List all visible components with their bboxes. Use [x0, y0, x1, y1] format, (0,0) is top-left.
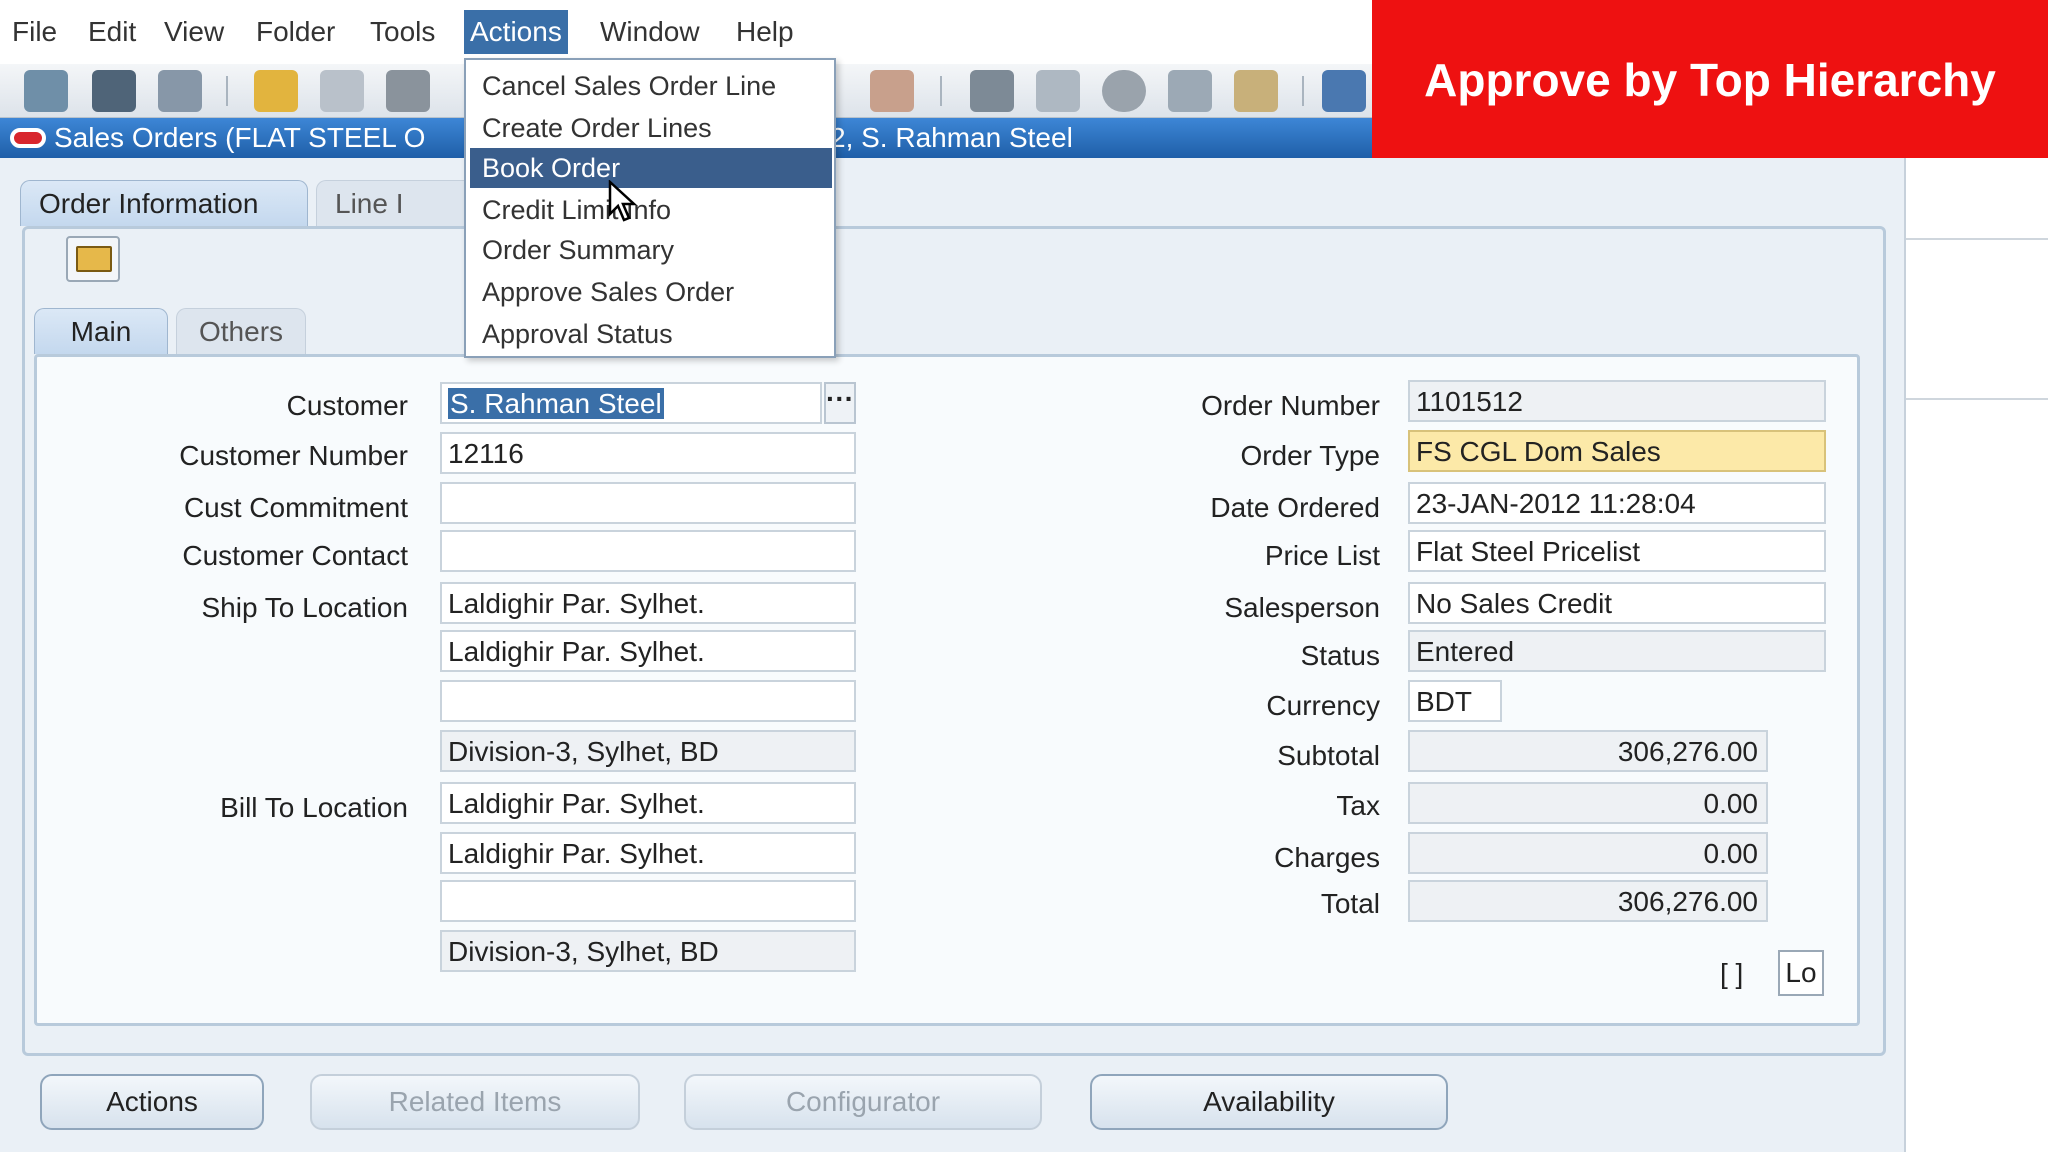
- customer-value: S. Rahman Steel: [448, 388, 664, 419]
- mouse-cursor-icon: [608, 180, 638, 222]
- charges-field[interactable]: 0.00: [1408, 832, 1768, 874]
- bill-to-line-1[interactable]: Laldighir Par. Sylhet.: [440, 782, 856, 824]
- actions-button[interactable]: Actions: [40, 1074, 264, 1130]
- find-icon[interactable]: [92, 70, 136, 112]
- total-label: Total: [1320, 888, 1380, 919]
- actions-dropdown-menu: Cancel Sales Order Line Create Order Lin…: [464, 58, 836, 358]
- attachments-icon[interactable]: [1168, 70, 1212, 112]
- customer-contact-label: Customer Contact: [182, 540, 408, 571]
- price-list-field[interactable]: Flat Steel Pricelist: [1408, 530, 1826, 572]
- order-type-field[interactable]: FS CGL Dom Sales: [1408, 430, 1826, 472]
- order-number-field[interactable]: 1101512: [1408, 380, 1826, 422]
- bill-to-line-2[interactable]: Laldighir Par. Sylhet.: [440, 832, 856, 874]
- ship-to-line-3[interactable]: [440, 680, 856, 722]
- edit-field-icon[interactable]: [970, 70, 1014, 112]
- tax-field[interactable]: 0.00: [1408, 782, 1768, 824]
- menu-folder[interactable]: Folder: [250, 10, 341, 54]
- close-form-icon[interactable]: [386, 70, 430, 112]
- menu-bar: File Edit View Folder Tools Actions Wind…: [0, 0, 1372, 64]
- ship-to-line-2[interactable]: Laldighir Par. Sylhet.: [440, 630, 856, 672]
- total-field[interactable]: 306,276.00: [1408, 880, 1768, 922]
- charges-label: Charges: [1274, 842, 1380, 873]
- bill-to-location-label: Bill To Location: [220, 792, 408, 823]
- brackets-field[interactable]: [ ]: [1720, 958, 1743, 990]
- tab-others[interactable]: Others: [176, 308, 306, 354]
- availability-button[interactable]: Availability: [1090, 1074, 1448, 1130]
- window-title-customer: 2, S. Rahman Steel: [830, 122, 1073, 153]
- subtotal-field[interactable]: 306,276.00: [1408, 730, 1768, 772]
- date-ordered-field[interactable]: 23-JAN-2012 11:28:04: [1408, 482, 1826, 524]
- tab-order-information[interactable]: Order Information: [20, 180, 308, 226]
- salesperson-label: Salesperson: [1224, 592, 1380, 623]
- divider: [1906, 238, 2048, 240]
- tab-main[interactable]: Main: [34, 308, 168, 354]
- customer-number-input[interactable]: 12116: [440, 432, 856, 474]
- open-folder-button[interactable]: [66, 236, 120, 282]
- ship-to-location-label: Ship To Location: [201, 592, 408, 623]
- menu-file[interactable]: File: [6, 10, 63, 54]
- divider: [1906, 398, 2048, 400]
- related-items-button[interactable]: Related Items: [310, 1074, 640, 1130]
- status-field[interactable]: Entered: [1408, 630, 1826, 672]
- menu-item-order-summary[interactable]: Order Summary: [470, 230, 832, 270]
- customer-label: Customer: [286, 390, 408, 421]
- status-label: Status: [1300, 640, 1380, 671]
- menu-edit[interactable]: Edit: [82, 10, 142, 54]
- bill-to-line-3[interactable]: [440, 880, 856, 922]
- background-area: [1906, 158, 2048, 1152]
- cust-commitment-input[interactable]: [440, 482, 856, 524]
- menu-item-credit-limit-info[interactable]: Credit Limit Info: [470, 190, 832, 230]
- ship-to-line-1[interactable]: Laldighir Par. Sylhet.: [440, 582, 856, 624]
- ship-to-line-4[interactable]: Division-3, Sylhet, BD: [440, 730, 856, 772]
- bill-to-line-4[interactable]: Division-3, Sylhet, BD: [440, 930, 856, 972]
- navigator-icon[interactable]: [158, 70, 202, 112]
- date-ordered-label: Date Ordered: [1210, 492, 1380, 523]
- menu-item-create-order-lines[interactable]: Create Order Lines: [470, 108, 832, 148]
- customer-contact-input[interactable]: [440, 530, 856, 572]
- customer-input[interactable]: S. Rahman Steel: [440, 382, 822, 424]
- menu-item-cancel-sales-order-line[interactable]: Cancel Sales Order Line: [470, 66, 832, 106]
- zoom-icon[interactable]: [1036, 70, 1080, 112]
- menu-help[interactable]: Help: [730, 10, 800, 54]
- customer-number-label: Customer Number: [179, 440, 408, 471]
- salesperson-field[interactable]: No Sales Credit: [1408, 582, 1826, 624]
- toolbar-separator: [1302, 76, 1304, 106]
- folder-tools-icon[interactable]: [1234, 70, 1278, 112]
- clear-record-icon[interactable]: [870, 70, 914, 112]
- translations-icon[interactable]: [1102, 70, 1146, 112]
- menu-window[interactable]: Window: [594, 10, 706, 54]
- window-title: Sales Orders (FLAT STEEL O: [54, 122, 426, 153]
- currency-field[interactable]: BDT: [1408, 680, 1502, 722]
- subtotal-label: Subtotal: [1277, 740, 1380, 771]
- menu-actions[interactable]: Actions: [464, 10, 568, 54]
- menu-view[interactable]: View: [158, 10, 230, 54]
- configurator-button[interactable]: Configurator: [684, 1074, 1042, 1130]
- menu-item-book-order[interactable]: Book Order: [470, 148, 832, 188]
- toolbar-separator: [940, 76, 942, 106]
- order-type-label: Order Type: [1240, 440, 1380, 471]
- customer-lov-button[interactable]: ···: [824, 382, 856, 424]
- tab-line-items[interactable]: Line I: [316, 180, 486, 226]
- cust-commitment-label: Cust Commitment: [183, 492, 408, 523]
- oracle-icon: [10, 128, 46, 148]
- lo-field[interactable]: Lo: [1778, 950, 1824, 996]
- menu-tools[interactable]: Tools: [364, 10, 441, 54]
- currency-label: Currency: [1266, 690, 1380, 721]
- new-record-icon[interactable]: [24, 70, 68, 112]
- save-icon[interactable]: [254, 70, 298, 112]
- price-list-label: Price List: [1264, 540, 1380, 571]
- print-icon[interactable]: [320, 70, 364, 112]
- toolbar-separator: [226, 76, 228, 106]
- help-window-icon[interactable]: [1322, 70, 1366, 112]
- banner-title: Approve by Top Hierarchy: [1372, 0, 2048, 158]
- tax-label: Tax: [1336, 790, 1380, 821]
- order-number-label: Order Number: [1201, 390, 1380, 421]
- folder-icon: [76, 246, 112, 272]
- menu-item-approve-sales-order[interactable]: Approve Sales Order: [470, 272, 832, 312]
- menu-item-approval-status[interactable]: Approval Status: [470, 314, 832, 354]
